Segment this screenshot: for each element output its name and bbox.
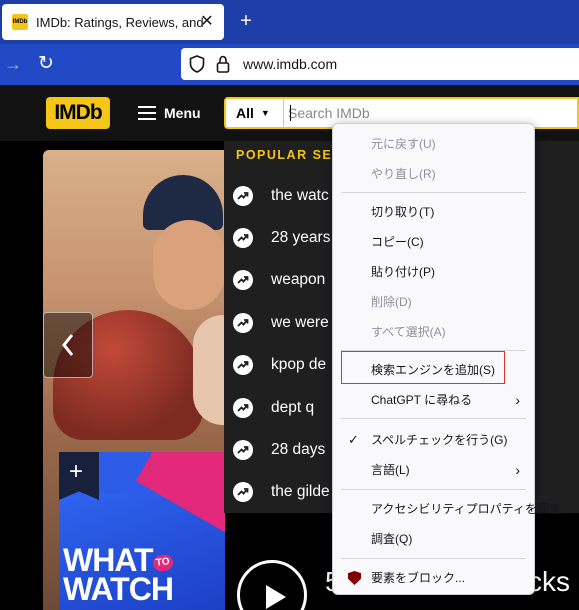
menu-label: Menu [164, 105, 201, 121]
popular-searches-heading: POPULAR SEA [236, 148, 343, 162]
trending-icon [233, 313, 253, 333]
menu-item-copy[interactable]: コピー(C) [333, 227, 534, 257]
trending-icon [233, 355, 253, 375]
plus-icon: + [69, 458, 84, 485]
menu-item-languages-label: 言語(L) [371, 463, 410, 477]
menu-item-paste[interactable]: 貼り付け(P) [333, 257, 534, 287]
menu-separator [341, 489, 526, 490]
address-bar[interactable]: www.imdb.com [181, 48, 579, 80]
navigation-bar: → ↻ www.imdb.com [0, 44, 579, 85]
menu-item-block-element[interactable]: 要素をブロック... [333, 563, 534, 593]
trending-icon [233, 398, 253, 418]
menu-item-cut[interactable]: 切り取り(T) [333, 197, 534, 227]
menu-item-inspect[interactable]: 調査(Q) [333, 524, 534, 554]
text-cursor [290, 105, 291, 121]
imdb-logo[interactable]: IMDb [46, 97, 110, 129]
trending-icon [233, 270, 253, 290]
imdb-favicon-icon: IMDb [12, 14, 28, 30]
play-trailer-button[interactable] [237, 560, 307, 610]
trending-icon [233, 482, 253, 502]
menu-item-languages[interactable]: 言語(L) › [333, 455, 534, 485]
tracking-protection-shield-icon[interactable] [189, 55, 205, 73]
search-input[interactable] [288, 102, 568, 124]
menu-item-ask-chatgpt-label: ChatGPT に尋ねる [371, 393, 473, 407]
menu-item-inspect-accessibility[interactable]: アクセシビリティプロパティを調査 [333, 494, 561, 524]
checkmark-icon: ✓ [348, 432, 359, 447]
chevron-right-icon: › [515, 462, 520, 478]
lock-icon[interactable] [216, 55, 230, 73]
menu-item-ask-chatgpt[interactable]: ChatGPT に尋ねる › [333, 385, 534, 415]
close-tab-icon[interactable]: ✕ [198, 13, 216, 31]
menu-separator [341, 558, 526, 559]
hamburger-icon [138, 106, 156, 120]
search-category-label: All [236, 105, 254, 121]
menu-item-redo[interactable]: やり直し(R) [333, 159, 534, 189]
carousel-prev-button[interactable] [43, 312, 93, 378]
ublock-shield-icon [348, 571, 361, 585]
menu-item-undo[interactable]: 元に戻す(U) [333, 129, 534, 159]
menu-item-delete[interactable]: 削除(D) [333, 287, 534, 317]
trending-icon [233, 440, 253, 460]
highlight-annotation-box [341, 351, 505, 384]
play-icon [266, 585, 286, 609]
trending-icon [233, 186, 253, 206]
reload-button[interactable]: ↻ [38, 53, 58, 75]
tab-strip: IMDb IMDb: Ratings, Reviews, and Wh ✕ + [0, 0, 579, 44]
menu-button[interactable]: Menu [138, 103, 201, 123]
menu-item-block-element-label: 要素をブロック... [371, 571, 466, 585]
chevron-left-icon [62, 334, 74, 356]
menu-item-select-all[interactable]: すべて選択(A) [333, 317, 534, 347]
search-category-dropdown[interactable]: All ▼ [226, 99, 284, 127]
trending-icon [233, 228, 253, 248]
url-text: www.imdb.com [243, 56, 338, 72]
caret-down-icon: ▼ [260, 108, 270, 118]
poster-title: WHAT TO WATCH [63, 542, 174, 607]
menu-separator [341, 418, 526, 419]
tab-title: IMDb: Ratings, Reviews, and Wh [36, 14, 204, 30]
menu-item-spellcheck-label: スペルチェックを行う(G) [371, 433, 508, 447]
menu-separator [341, 192, 526, 193]
forward-button[interactable]: → [4, 54, 24, 74]
browser-tab-imdb[interactable]: IMDb IMDb: Ratings, Reviews, and Wh ✕ [2, 4, 224, 40]
new-tab-button[interactable]: + [236, 10, 256, 32]
menu-item-spellcheck[interactable]: ✓ スペルチェックを行う(G) [333, 425, 534, 455]
chevron-right-icon: › [515, 392, 520, 408]
